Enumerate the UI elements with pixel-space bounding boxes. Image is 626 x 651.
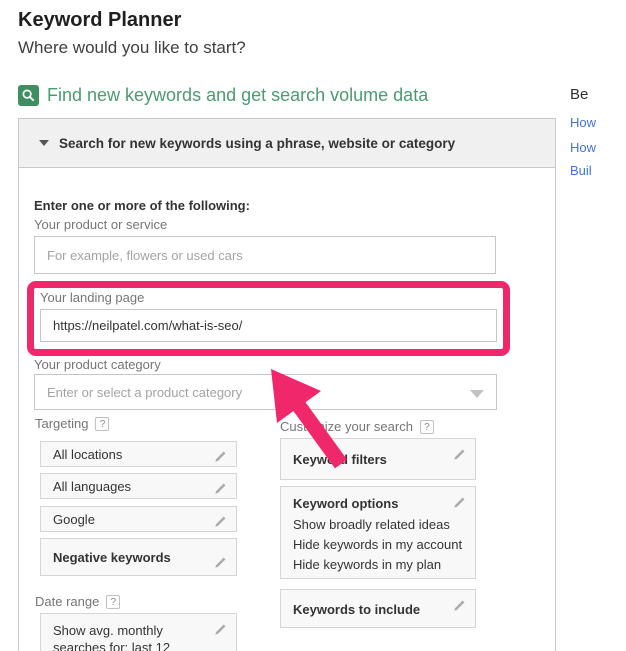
help-link[interactable]: How [570, 115, 596, 130]
keyword-option-line: Hide keywords in my plan [293, 555, 463, 575]
edit-pencil-icon[interactable] [213, 479, 228, 505]
targeting-negative-keywords[interactable]: Negative keywords [40, 538, 237, 576]
option-label: All languages [53, 479, 131, 494]
targeting-google[interactable]: Google [40, 506, 237, 532]
keyword-filters-box[interactable]: Keyword filters [280, 438, 476, 480]
landing-page-label: Your landing page [40, 290, 144, 305]
edit-pencil-icon[interactable] [213, 622, 228, 642]
edit-pencil-icon[interactable] [213, 547, 228, 585]
keyword-option-line: Hide keywords in my account [293, 535, 463, 555]
search-panel-header[interactable]: Search for new keywords using a phrase, … [18, 118, 556, 168]
form-intro: Enter one or more of the following: [34, 198, 250, 213]
keyword-option-line: Show broadly related ideas [293, 515, 463, 535]
help-icon[interactable]: ? [420, 420, 434, 434]
landing-page-input[interactable] [40, 309, 497, 342]
edit-pencil-icon[interactable] [452, 447, 467, 467]
edit-pencil-icon[interactable] [213, 512, 228, 538]
date-range-value: Show avg. monthly searches for: last 12 … [53, 622, 215, 651]
action-heading: Find new keywords and get search volume … [47, 85, 428, 106]
date-range-section-label: Date range ? [35, 594, 120, 609]
customize-label-text: Customize your search [280, 419, 413, 434]
find-keywords-action[interactable]: Find new keywords and get search volume … [18, 85, 428, 106]
edit-pencil-icon[interactable] [213, 447, 228, 473]
search-panel-header-label: Search for new keywords using a phrase, … [59, 136, 455, 151]
help-panel-heading: Be [570, 86, 626, 103]
product-category-placeholder: Enter or select a product category [47, 385, 242, 400]
product-service-label: Your product or service [34, 217, 167, 232]
help-panel: Be How How Buil [570, 86, 626, 103]
option-label: All locations [53, 447, 122, 462]
chevron-down-icon [470, 390, 484, 398]
page-title: Keyword Planner [18, 9, 181, 32]
targeting-all-locations[interactable]: All locations [40, 441, 237, 467]
product-service-input[interactable] [34, 236, 496, 274]
collapse-triangle-icon [39, 140, 49, 146]
keyword-options-box[interactable]: Keyword options Show broadly related ide… [280, 486, 476, 579]
help-link[interactable]: How [570, 140, 596, 155]
edit-pencil-icon[interactable] [452, 598, 467, 618]
targeting-label-text: Targeting [35, 416, 88, 431]
search-icon [18, 85, 39, 106]
targeting-section-label: Targeting ? [35, 416, 109, 431]
option-label: Google [53, 512, 95, 527]
customize-section-label: Customize your search ? [280, 419, 434, 434]
date-range-setting[interactable]: Show avg. monthly searches for: last 12 … [40, 613, 237, 651]
keyword-planner-page: Keyword Planner Where would you like to … [0, 0, 626, 651]
box-title: Keyword options [293, 496, 463, 511]
product-category-dropdown[interactable]: Enter or select a product category [34, 374, 497, 410]
keywords-to-include-box[interactable]: Keywords to include [280, 589, 476, 628]
edit-pencil-icon[interactable] [452, 495, 467, 515]
page-subtitle: Where would you like to start? [18, 38, 246, 58]
help-icon[interactable]: ? [95, 417, 109, 431]
product-category-label: Your product category [34, 357, 161, 372]
box-title: Keyword filters [293, 452, 463, 467]
date-range-label-text: Date range [35, 594, 99, 609]
help-link[interactable]: Buil [570, 163, 592, 178]
box-title: Keywords to include [293, 602, 463, 617]
targeting-all-languages[interactable]: All languages [40, 473, 237, 499]
option-label: Negative keywords [53, 550, 171, 565]
help-icon[interactable]: ? [106, 595, 120, 609]
